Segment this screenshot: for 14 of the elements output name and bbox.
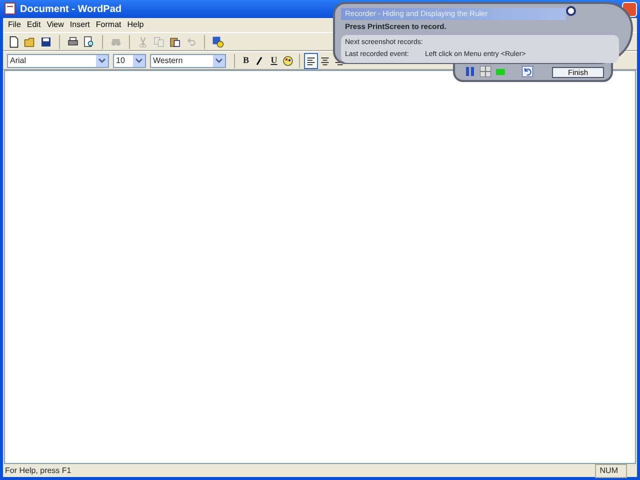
menu-item[interactable]: Format <box>92 19 124 31</box>
status-text: For Help, press F1 <box>5 464 72 476</box>
script-combo[interactable]: Western <box>150 54 226 68</box>
window-title: Document - WordPad <box>20 2 122 16</box>
menu-item[interactable]: View <box>44 19 67 31</box>
menu-item[interactable]: Insert <box>66 19 93 31</box>
bold-button[interactable]: B <box>239 52 253 68</box>
font-combo[interactable]: Arial <box>7 54 109 68</box>
menu-item[interactable]: Help <box>124 19 147 31</box>
menu-item[interactable]: File <box>5 19 24 31</box>
num-lock-indicator: NUM <box>594 464 627 478</box>
size-combo[interactable]: 10 <box>113 54 146 68</box>
underline-button[interactable]: U <box>267 52 281 68</box>
menu-item[interactable]: Edit <box>24 19 44 31</box>
